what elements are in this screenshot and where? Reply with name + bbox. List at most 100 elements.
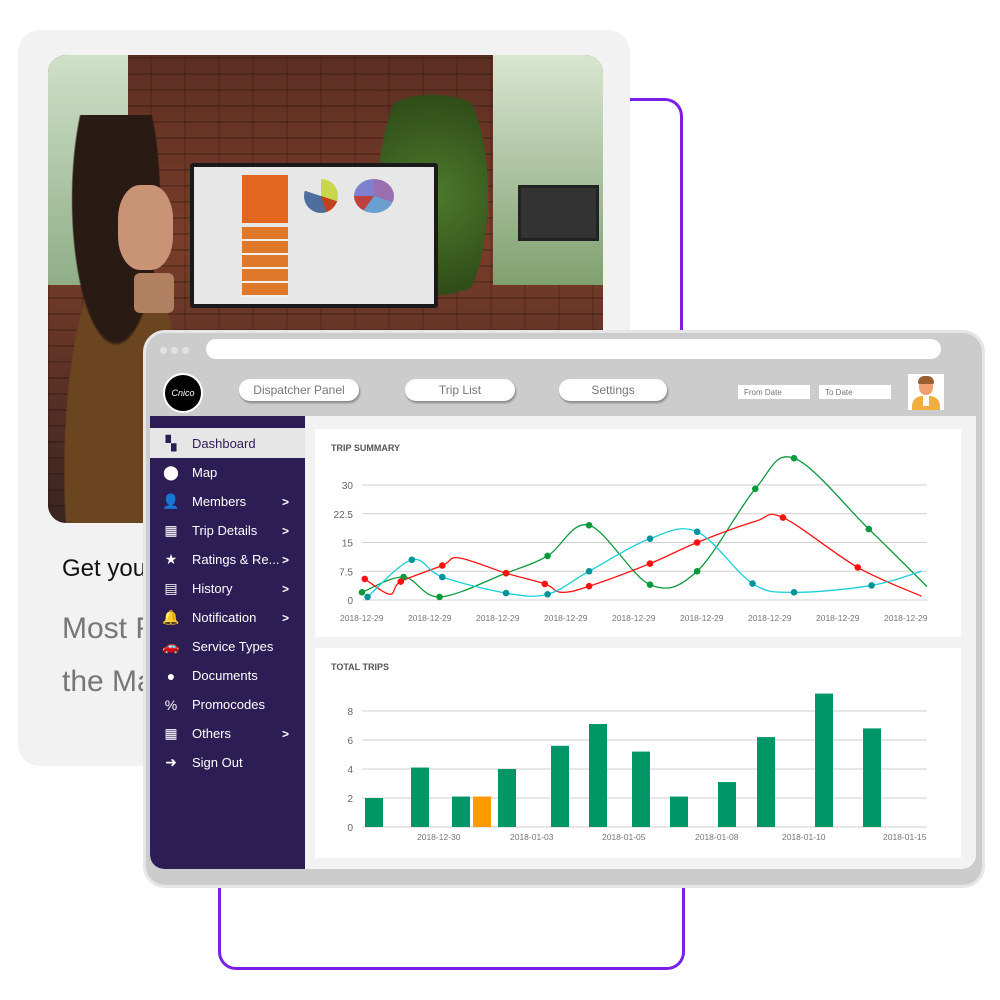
bar	[632, 751, 650, 827]
chevron-right-icon: >	[281, 581, 289, 596]
x-tick-label: 2018-12-29	[408, 613, 452, 623]
bar	[863, 728, 881, 827]
app-content-area: ▚ Dashboard ⬤ Map 👤 Members > ▦ Trip Details > ★ Ra…	[150, 416, 976, 869]
sidebar-item-map[interactable]: ⬤ Map	[150, 458, 305, 487]
window-dot[interactable]	[171, 347, 178, 354]
sidebar-item-sign-out[interactable]: ➜ Sign Out	[150, 748, 305, 777]
data-point-green	[790, 454, 798, 462]
sidebar-item-others[interactable]: ▦ Others >	[150, 719, 305, 748]
data-point-red	[854, 564, 862, 571]
monitor-screen	[194, 167, 434, 304]
data-point-cyan	[502, 589, 510, 597]
x-tick-label: 2018-12-29	[340, 613, 384, 623]
x-tick-label: 2018-01-08	[695, 832, 739, 842]
sidebar-item-label: Service Types	[192, 639, 274, 654]
sidebar-item-members[interactable]: 👤 Members >	[150, 487, 305, 516]
trip-summary-panel: TRIP SUMMARY 0 7.5 15 22.5 30 2018-12-29 2018-…	[315, 429, 961, 637]
data-point-green	[646, 581, 654, 588]
history-icon: ▤	[164, 580, 178, 596]
data-point-cyan	[646, 535, 654, 542]
data-point-cyan	[585, 567, 593, 575]
map-pin-icon: ⬤	[163, 464, 179, 480]
data-point-red	[439, 562, 446, 569]
x-tick-label: 2018-01-15	[883, 832, 927, 842]
sidebar-item-notification[interactable]: 🔔 Notification >	[150, 603, 305, 632]
address-bar[interactable]	[206, 339, 941, 359]
data-point-cyan	[693, 528, 701, 536]
x-tick-label: 2018-12-29	[816, 613, 860, 623]
monitor	[190, 163, 438, 308]
trip-list-button[interactable]: Trip List	[405, 379, 515, 401]
data-point-green	[436, 593, 443, 601]
sidebar-item-service-types[interactable]: 🚗 Service Types	[150, 632, 305, 661]
grid-icon: ▦	[164, 725, 178, 741]
avatar-hair	[918, 376, 934, 384]
data-point-red	[779, 514, 787, 521]
bar	[473, 796, 491, 827]
sidebar-item-label: Trip Details	[192, 523, 258, 538]
window-dot[interactable]	[160, 347, 167, 354]
settings-button[interactable]: Settings	[559, 379, 667, 401]
star-icon: ★	[164, 551, 178, 567]
card-heading: Get you	[62, 555, 147, 582]
sidebar-item-promocodes[interactable]: % Promocodes	[150, 690, 305, 719]
y-tick-label: 6	[347, 736, 353, 747]
window-dot[interactable]	[182, 347, 189, 354]
card-subtitle-line1: Most F	[62, 612, 154, 645]
data-point-cyan	[408, 556, 416, 564]
x-tick-label: 2018-01-10	[782, 832, 826, 842]
data-point-cyan	[364, 593, 371, 601]
sidebar-item-label: Map	[192, 465, 218, 480]
sidebar-item-label: Others	[192, 726, 232, 741]
screen-tiles	[242, 227, 288, 297]
decorative-line-top	[630, 98, 683, 338]
data-point-red	[693, 539, 701, 546]
bar	[498, 769, 516, 827]
user-icon: 👤	[162, 493, 180, 509]
bar	[718, 782, 736, 827]
x-tick-label: 2018-12-29	[612, 613, 656, 623]
card-subtitle-line2: the Ma	[62, 665, 154, 698]
screen-tile	[242, 175, 288, 223]
y-tick-label: 7.5	[339, 567, 353, 578]
browser-window: Cnico Dispatcher Panel Trip List Setting…	[143, 330, 985, 888]
data-point-green	[585, 521, 593, 529]
x-tick-label: 2018-01-05	[602, 832, 646, 842]
trip-details-icon: ▦	[164, 522, 178, 538]
sidebar-item-dashboard[interactable]: ▚ Dashboard	[150, 428, 305, 458]
series-line-green	[361, 456, 928, 598]
y-tick-label: 4	[347, 765, 353, 776]
person-face	[118, 185, 173, 270]
bar	[589, 724, 607, 827]
data-point-red	[585, 582, 593, 590]
x-tick-label: 2018-12-29	[544, 613, 588, 623]
bell-icon: 🔔	[162, 609, 180, 625]
dispatcher-panel-button[interactable]: Dispatcher Panel	[239, 379, 359, 401]
trip-summary-chart: 0 7.5 15 22.5 30 2018-12-29 2018-12-29 2018-12-…	[334, 454, 928, 623]
sidebar-item-trip-details[interactable]: ▦ Trip Details >	[150, 516, 305, 545]
chevron-right-icon: >	[281, 494, 289, 509]
sidebar-item-documents[interactable]: ● Documents	[150, 661, 305, 690]
data-point-green	[544, 552, 551, 560]
data-point-red	[361, 575, 369, 583]
chevron-right-icon: >	[281, 726, 289, 741]
y-tick-label: 22.5	[334, 510, 354, 521]
y-tick-label: 30	[342, 481, 354, 492]
from-date-input[interactable]	[738, 385, 810, 399]
coffee-cup	[134, 273, 174, 313]
dashboard-icon: ▚	[165, 434, 177, 451]
user-avatar[interactable]	[908, 374, 944, 410]
sidebar-item-history[interactable]: ▤ History >	[150, 574, 305, 603]
to-date-input[interactable]	[819, 385, 891, 399]
sidebar-item-ratings-re[interactable]: ★ Ratings & Re... >	[150, 545, 305, 574]
screen-pie-3d	[354, 179, 394, 213]
series-line-cyan	[367, 528, 922, 598]
bar	[670, 796, 688, 827]
y-tick-label: 2	[347, 794, 353, 805]
total-trips-panel: TOTAL TRIPS 0 2 4 6 8 2018-12-30 2018-01-03 201…	[315, 648, 961, 858]
bar	[365, 798, 383, 827]
app-logo[interactable]: Cnico	[163, 373, 203, 413]
y-tick-label: 15	[342, 539, 354, 550]
bar	[757, 737, 775, 827]
data-point-green	[358, 589, 366, 596]
